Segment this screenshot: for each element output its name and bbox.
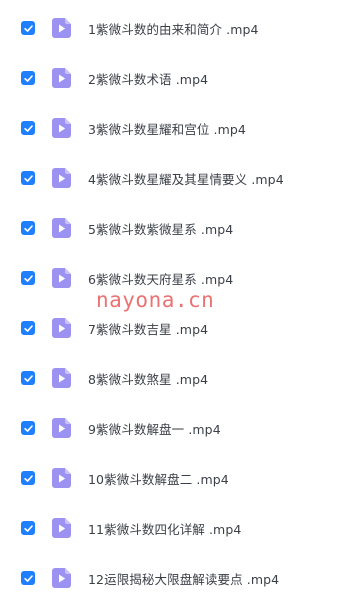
file-row[interactable]: 12运限揭秘大限盘解读要点 .mp4 xyxy=(0,553,344,603)
checkbox-checked-icon[interactable] xyxy=(21,121,35,135)
file-row[interactable]: 4紫微斗数星耀及其星情要义 .mp4 xyxy=(0,153,344,203)
file-row[interactable]: 1紫微斗数的由来和简介 .mp4 xyxy=(0,3,344,53)
checkbox-checked-icon[interactable] xyxy=(21,471,35,485)
checkbox-checked-icon[interactable] xyxy=(21,271,35,285)
checkbox-checked-icon[interactable] xyxy=(21,21,35,35)
file-name[interactable]: 3紫微斗数星耀和宫位 .mp4 xyxy=(88,119,246,138)
file-row[interactable]: 7紫微斗数吉星 .mp4 xyxy=(0,303,344,353)
video-file-icon xyxy=(52,68,71,88)
video-file-icon xyxy=(52,18,71,38)
checkbox-checked-icon[interactable] xyxy=(21,71,35,85)
video-file-icon xyxy=(52,168,71,188)
file-name[interactable]: 12运限揭秘大限盘解读要点 .mp4 xyxy=(88,569,279,588)
video-file-icon xyxy=(52,518,71,538)
checkbox-checked-icon[interactable] xyxy=(21,421,35,435)
file-name[interactable]: 4紫微斗数星耀及其星情要义 .mp4 xyxy=(88,169,284,188)
file-row[interactable]: 2紫微斗数术语 .mp4 xyxy=(0,53,344,103)
file-row[interactable]: 3紫微斗数星耀和宫位 .mp4 xyxy=(0,103,344,153)
file-name[interactable]: 8紫微斗数煞星 .mp4 xyxy=(88,369,208,388)
video-file-icon xyxy=(52,568,71,588)
file-name[interactable]: 2紫微斗数术语 .mp4 xyxy=(88,69,208,88)
checkbox-checked-icon[interactable] xyxy=(21,321,35,335)
checkbox-checked-icon[interactable] xyxy=(21,171,35,185)
file-row[interactable]: 10紫微斗数解盘二 .mp4 xyxy=(0,453,344,503)
video-file-icon xyxy=(52,118,71,138)
checkbox-checked-icon[interactable] xyxy=(21,221,35,235)
file-name[interactable]: 7紫微斗数吉星 .mp4 xyxy=(88,319,208,338)
file-name[interactable]: 11紫微斗数四化详解 .mp4 xyxy=(88,519,241,538)
video-file-icon xyxy=(52,468,71,488)
file-row[interactable]: 6紫微斗数天府星系 .mp4 xyxy=(0,253,344,303)
file-row[interactable]: 9紫微斗数解盘一 .mp4 xyxy=(0,403,344,453)
checkbox-checked-icon[interactable] xyxy=(21,371,35,385)
video-file-icon xyxy=(52,318,71,338)
file-name[interactable]: 5紫微斗数紫微星系 .mp4 xyxy=(88,219,233,238)
file-name[interactable]: 1紫微斗数的由来和简介 .mp4 xyxy=(88,19,259,38)
checkbox-checked-icon[interactable] xyxy=(21,571,35,585)
video-file-icon xyxy=(52,268,71,288)
video-file-icon xyxy=(52,368,71,388)
video-file-icon xyxy=(52,418,71,438)
checkbox-checked-icon[interactable] xyxy=(21,521,35,535)
file-list: 1紫微斗数的由来和简介 .mp4 2紫微斗数术语 .mp4 3紫微斗数星耀和宫位… xyxy=(0,3,344,603)
file-name[interactable]: 9紫微斗数解盘一 .mp4 xyxy=(88,419,221,438)
file-row[interactable]: 8紫微斗数煞星 .mp4 xyxy=(0,353,344,403)
file-name[interactable]: 6紫微斗数天府星系 .mp4 xyxy=(88,269,233,288)
file-row[interactable]: 5紫微斗数紫微星系 .mp4 xyxy=(0,203,344,253)
video-file-icon xyxy=(52,218,71,238)
file-row[interactable]: 11紫微斗数四化详解 .mp4 xyxy=(0,503,344,553)
file-name[interactable]: 10紫微斗数解盘二 .mp4 xyxy=(88,469,229,488)
